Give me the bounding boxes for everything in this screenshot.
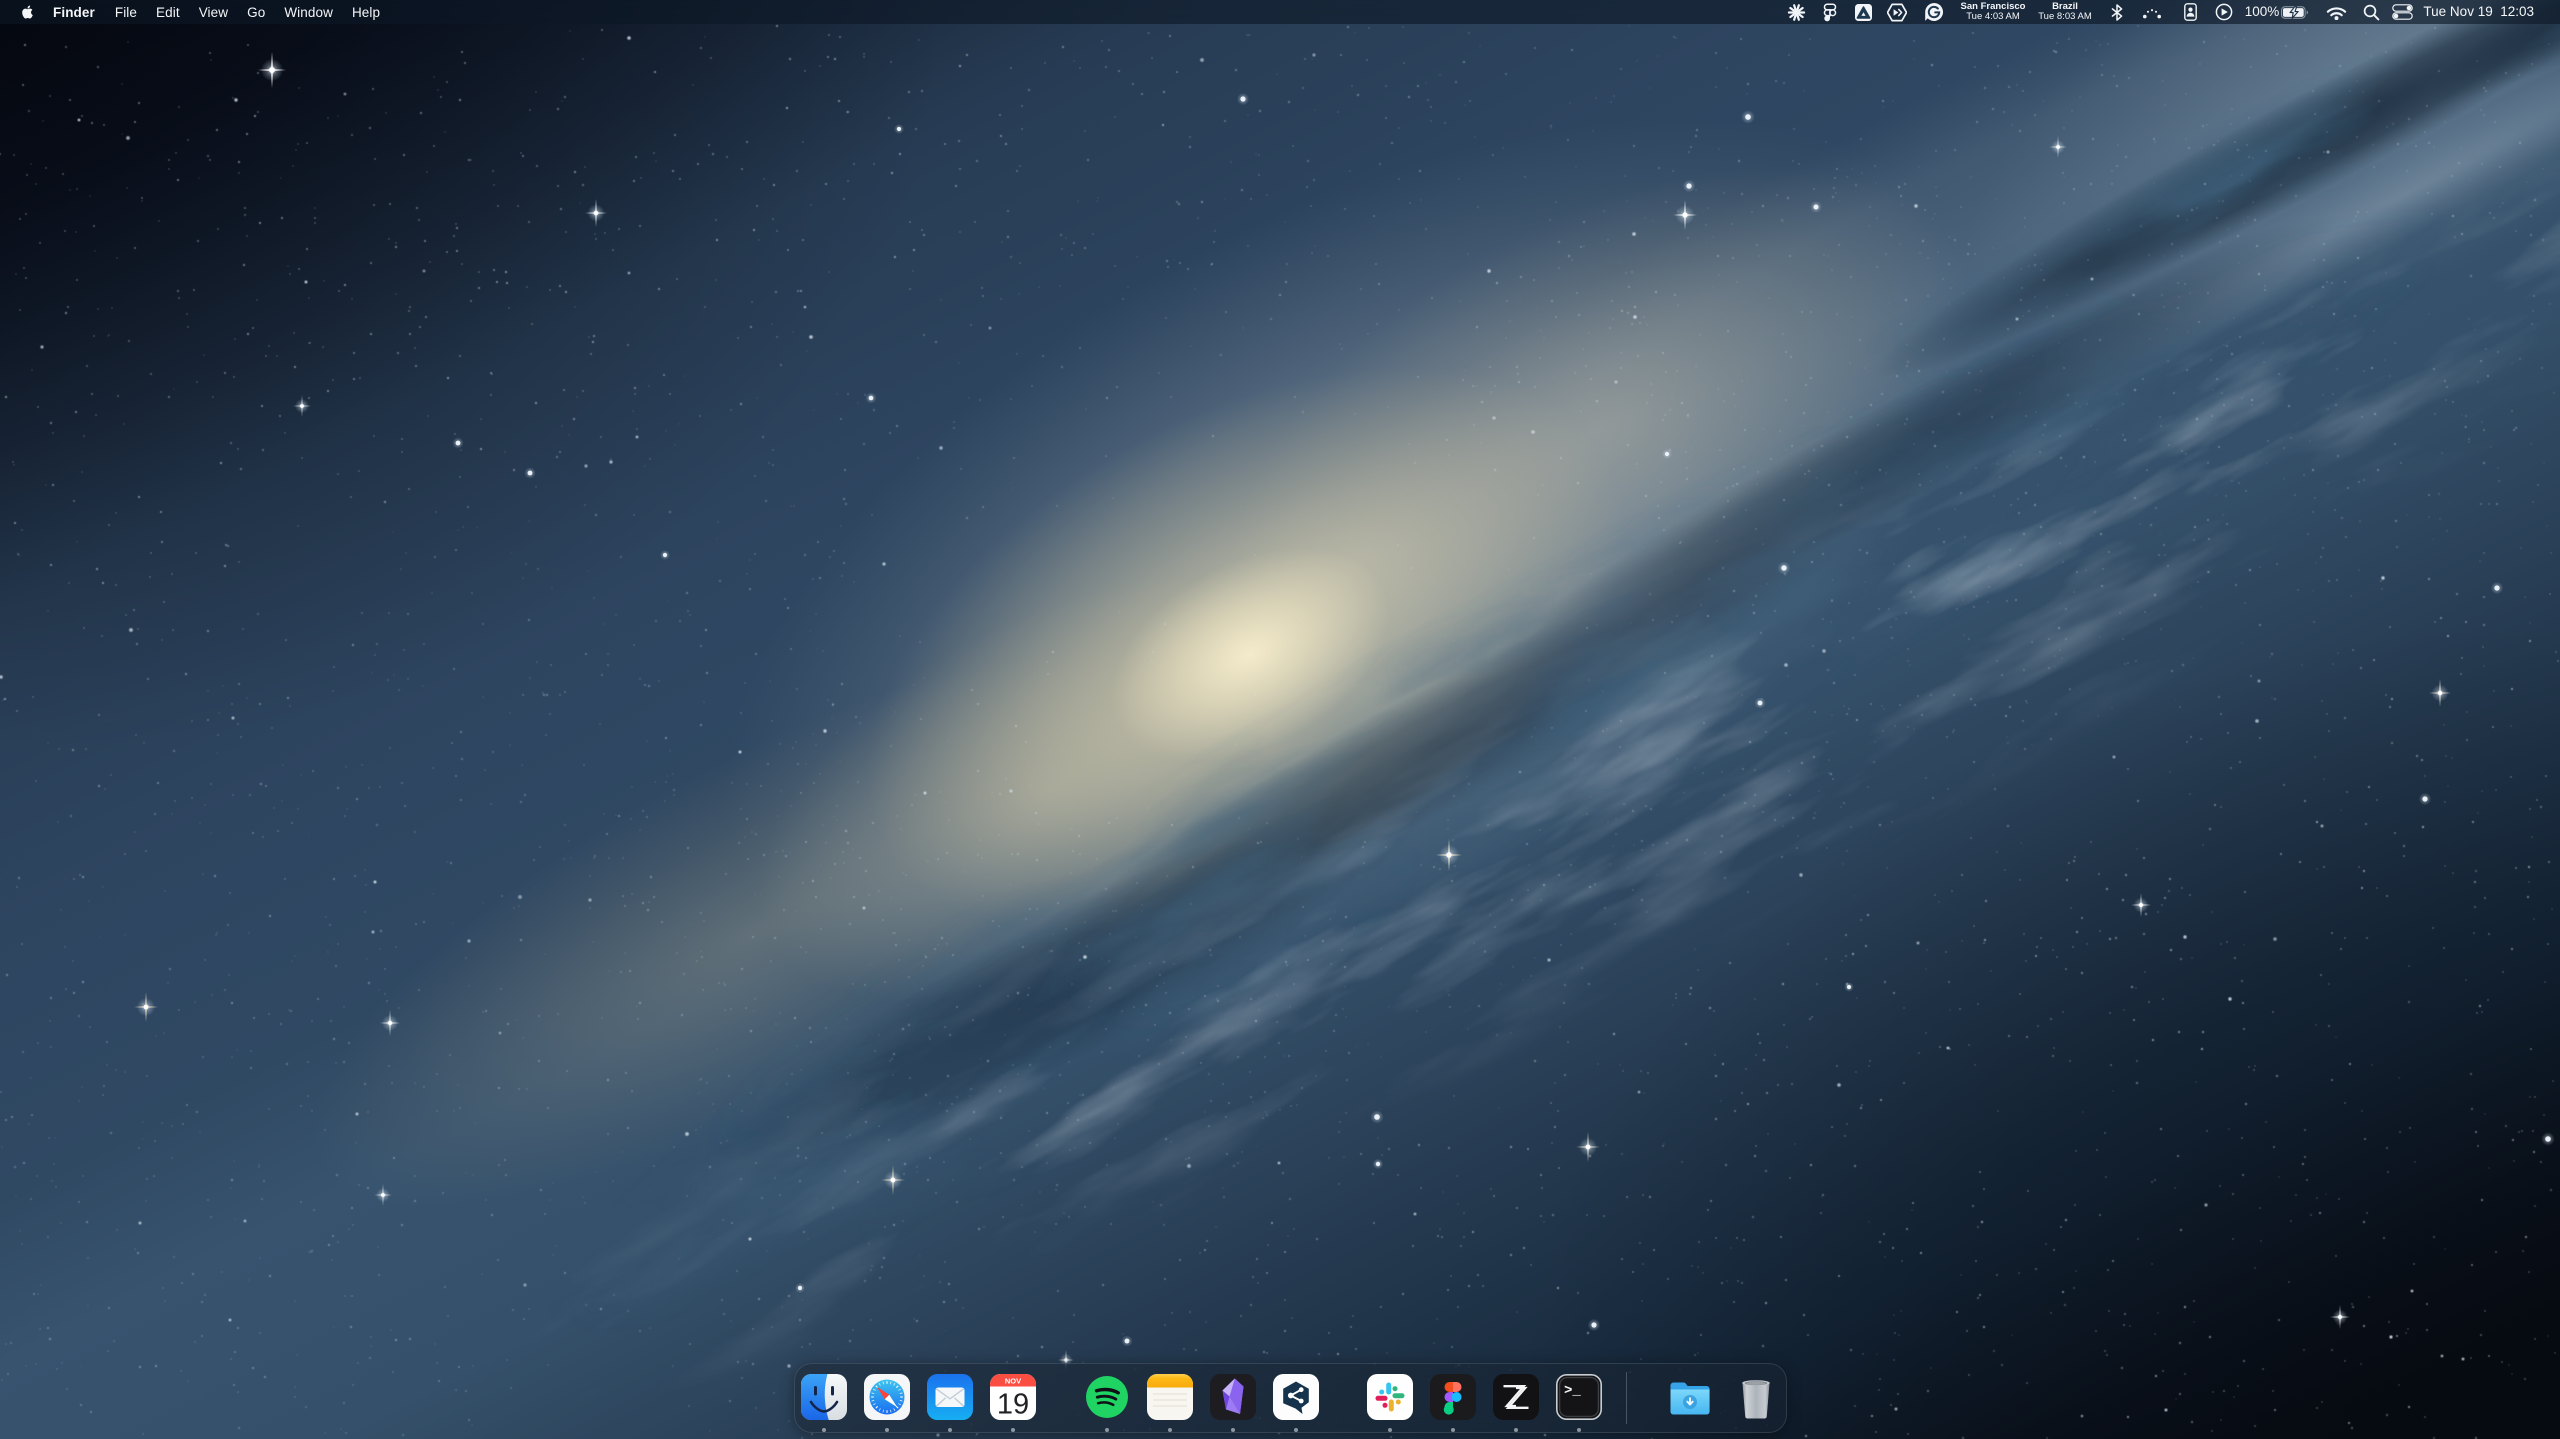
svg-text:>_: >_: [1564, 1383, 1581, 1399]
svg-text:NOV: NOV: [1005, 1377, 1021, 1386]
svg-text:19: 19: [997, 1389, 1029, 1421]
